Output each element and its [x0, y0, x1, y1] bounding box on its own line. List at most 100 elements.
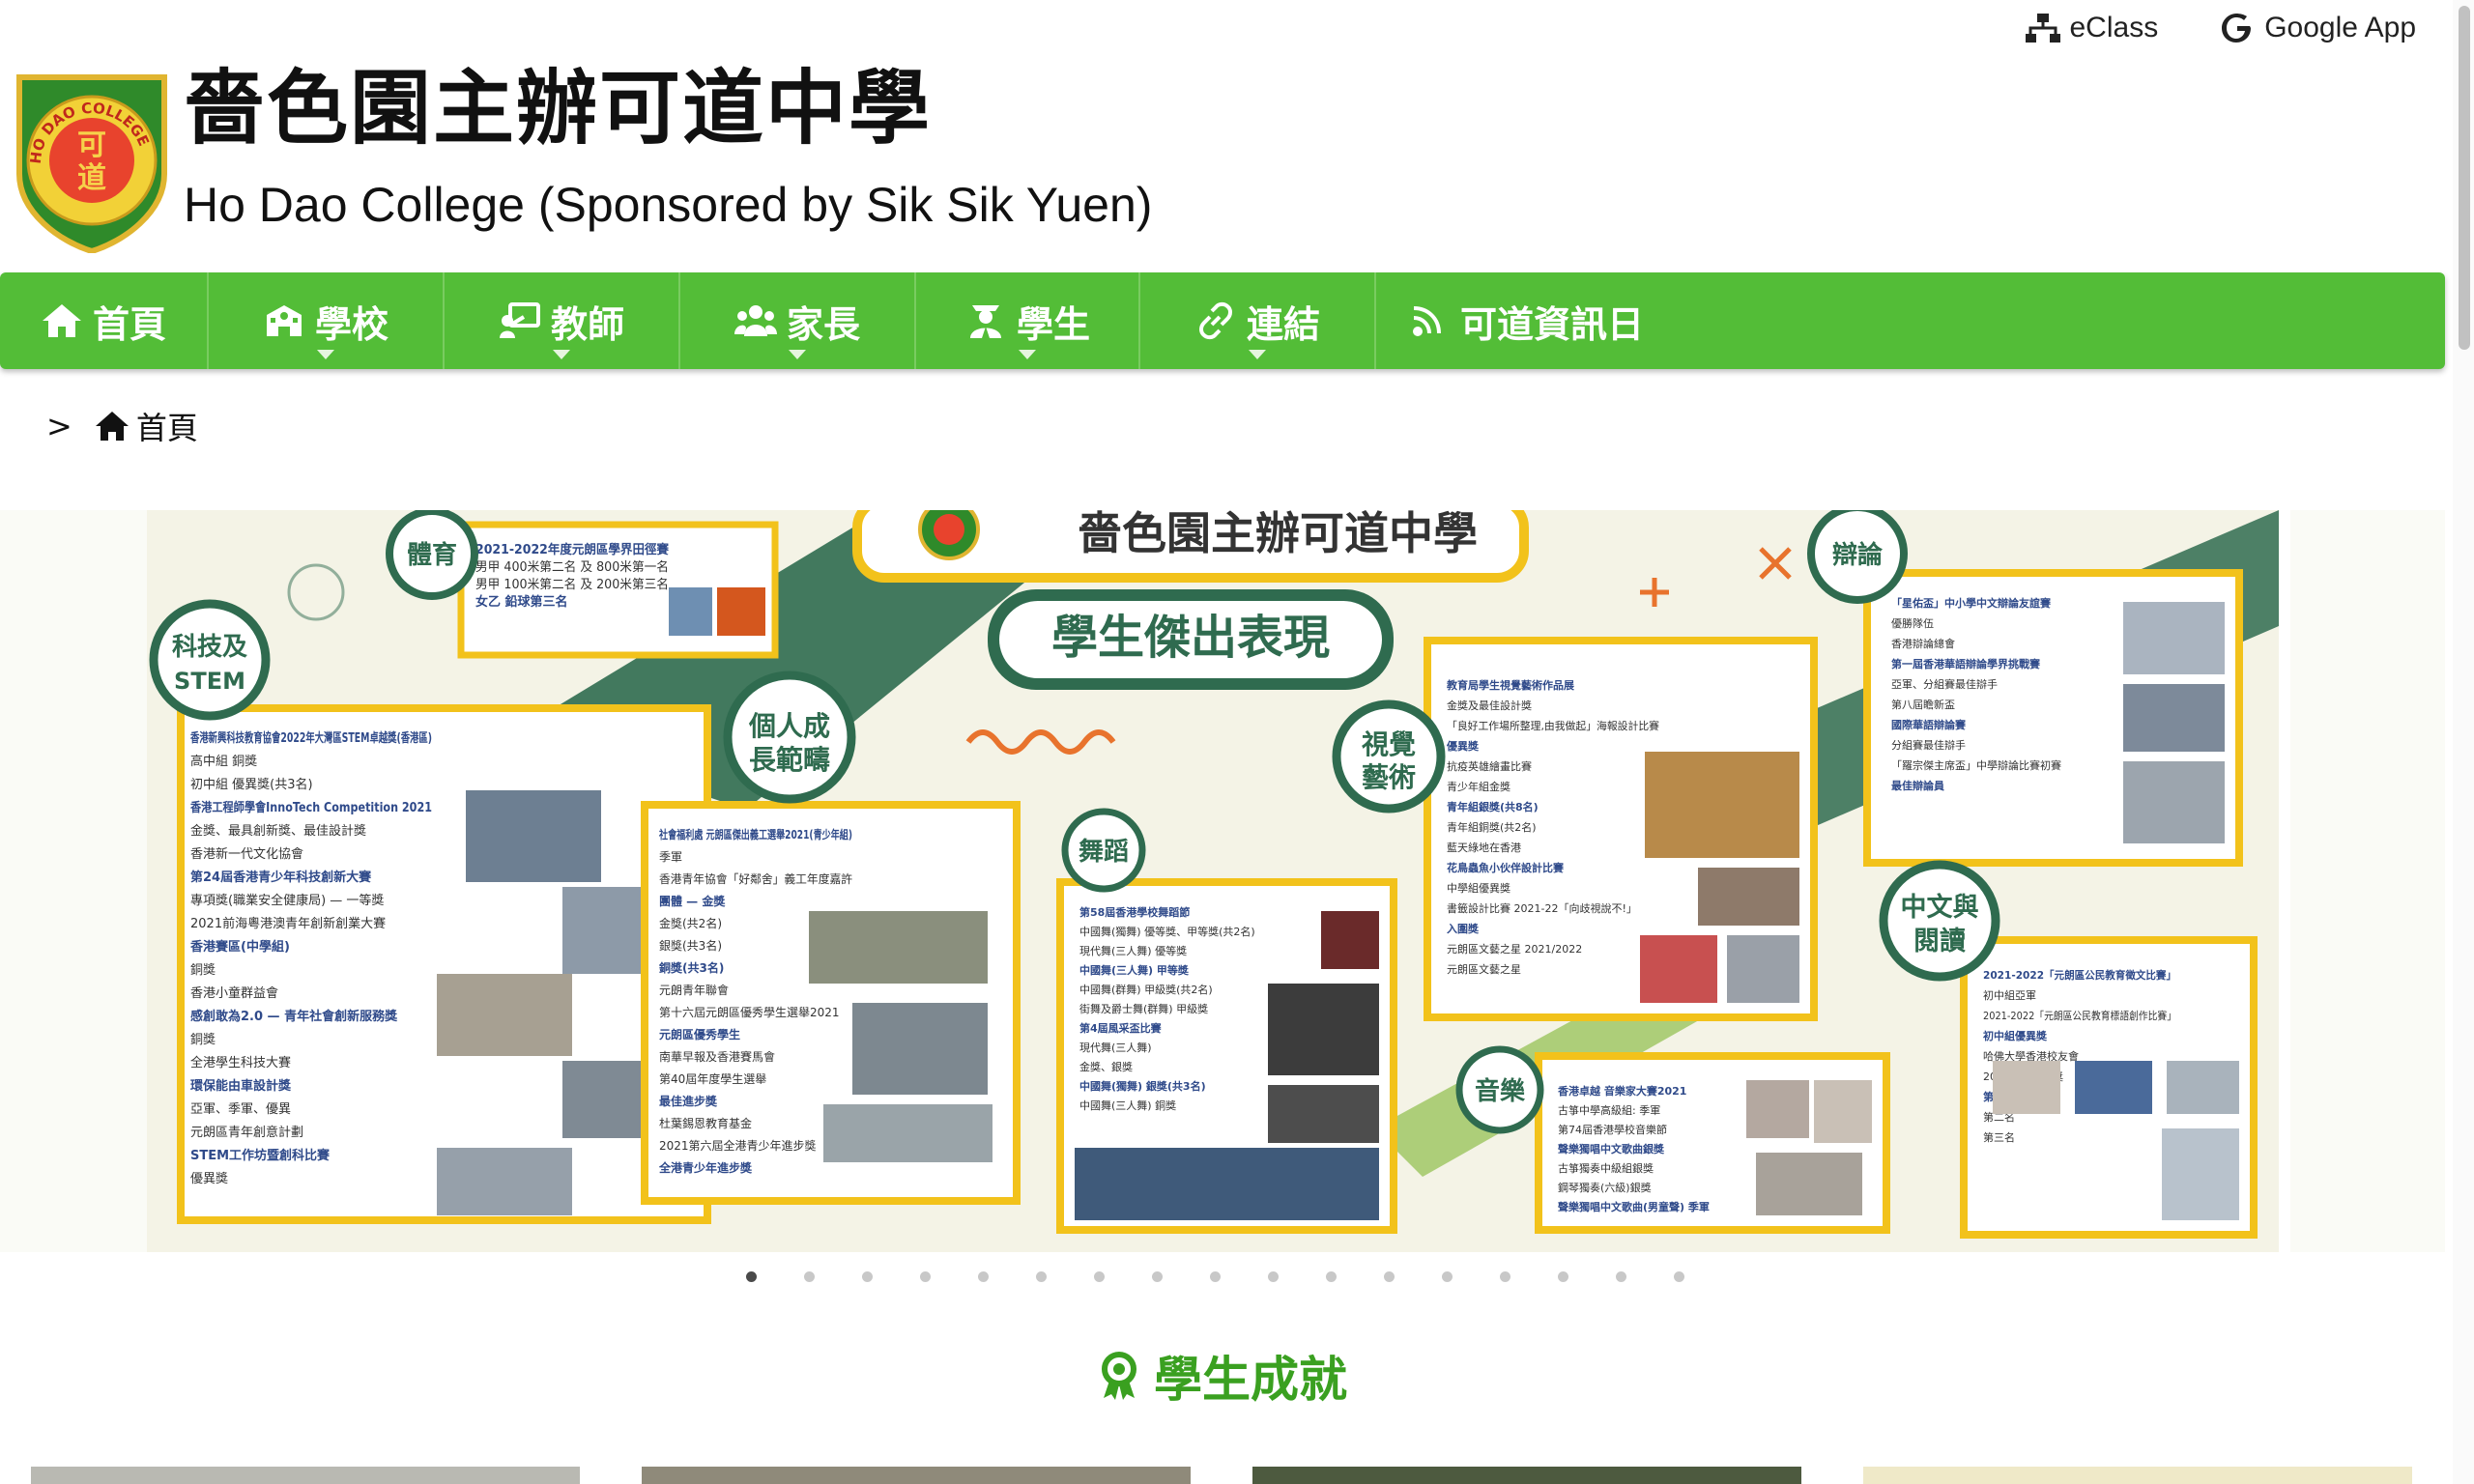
carousel-dot[interactable]	[1442, 1271, 1453, 1282]
eclass-link[interactable]: eClass	[2024, 12, 2159, 44]
nav-item-teacher[interactable]: 教師	[445, 272, 680, 369]
achievement-card[interactable]	[1252, 1467, 1801, 1484]
slide-text-line: 鋼琴獨奏(六級)銀獎	[1558, 1181, 1652, 1194]
slide-text-line: 第4屆風采盃比賽	[1079, 1021, 1163, 1035]
slide-text-line: 書籤設計比賽 2021-22「向歧視說不!」	[1447, 901, 1637, 915]
photo	[1645, 752, 1799, 858]
slide-text-line: 元朗青年聯會	[659, 984, 729, 997]
photo	[852, 1003, 988, 1095]
previous-slide-preview[interactable]	[0, 510, 155, 1252]
school-title-chinese: 嗇色園主辦可道中學	[184, 61, 933, 156]
slide-text-line: 金獎(共2名)	[659, 916, 722, 930]
nav-item-info-day[interactable]: 可道資訊日	[1376, 272, 1676, 369]
carousel-dot[interactable]	[1210, 1271, 1221, 1282]
carousel-dot[interactable]	[1036, 1271, 1047, 1282]
slide-text-line: 中國舞(群舞) 甲級獎(共2名)	[1079, 983, 1213, 996]
photo	[823, 1104, 992, 1162]
nav-item-parents[interactable]: 家長	[680, 272, 916, 369]
breadcrumb-separator: >	[46, 408, 72, 444]
slide-text-line: 元朗區優秀學生	[659, 1027, 740, 1042]
slide-text-line: 古箏中學高級組: 季軍	[1558, 1103, 1660, 1117]
carousel-dot[interactable]	[804, 1271, 815, 1282]
scrollbar-thumb[interactable]	[2459, 6, 2470, 350]
slide-text-line: 初中組 優異獎(共3名)	[190, 777, 313, 792]
achievement-card[interactable]	[31, 1467, 580, 1484]
slide-text-line: 香港賽區(中學組)	[189, 939, 290, 955]
carousel-pagination	[746, 1271, 1684, 1282]
dropdown-caret-icon	[317, 350, 334, 359]
slide-text-line: 香港新一代文化協會	[190, 846, 303, 862]
slide-text-line: 聲樂獨唱中文歌曲(男童聲) 季軍	[1558, 1200, 1710, 1213]
slide-text-line: 香港卓越 音樂家大賽2021	[1557, 1084, 1686, 1098]
slide-text-line: 香港小童群益會	[190, 985, 278, 1001]
eclass-label: eClass	[2069, 12, 2159, 43]
slide-text-line: 第三名	[1983, 1130, 2015, 1144]
link-icon	[1198, 301, 1232, 340]
carousel-dot[interactable]	[1500, 1271, 1510, 1282]
carousel-dot[interactable]	[1094, 1271, 1105, 1282]
carousel-dot[interactable]	[1268, 1271, 1279, 1282]
svg-text:道: 道	[77, 161, 106, 195]
google-app-link[interactable]: Google App	[2218, 12, 2416, 44]
photo	[437, 1148, 572, 1215]
slide-text-line: 2021-2022年度元朗區學界田徑賽	[475, 542, 670, 557]
users-icon	[734, 305, 777, 336]
next-slide-preview[interactable]	[2290, 510, 2445, 1252]
slide-text-line: 街舞及爵士舞(群舞) 甲級獎	[1079, 1002, 1208, 1015]
slide-text-line: 元朗區文藝之星 2021/2022	[1447, 942, 1582, 956]
badge-chinese-line1: 中文與	[1901, 892, 1979, 923]
nav-label: 學校	[314, 302, 388, 346]
carousel-dot[interactable]	[1326, 1271, 1337, 1282]
nav-label: 首頁	[92, 302, 166, 346]
photo	[2167, 1061, 2239, 1114]
carousel-dot[interactable]	[1152, 1271, 1163, 1282]
photo	[1075, 1148, 1379, 1220]
slide-text-line: 元朗區青年創意計劃	[190, 1125, 303, 1140]
slide-text-line: 中學組優異獎	[1447, 881, 1510, 895]
page-scrollbar[interactable]	[2453, 0, 2474, 1484]
carousel-dot[interactable]	[978, 1271, 989, 1282]
nav-item-links[interactable]: 連結	[1140, 272, 1376, 369]
slide-text-line: 聲樂獨唱中文歌曲銀獎	[1558, 1142, 1665, 1156]
carousel-slide[interactable]: 嗇色園主辦可道中學 學生傑出表現 2021-2022年度元朗區學界田徑賽男甲 4…	[147, 510, 2279, 1252]
nav-item-students[interactable]: 學生	[916, 272, 1140, 369]
nav-item-school[interactable]: 學校	[209, 272, 445, 369]
nav-label: 教師	[550, 302, 624, 346]
slide-text-line: 現代舞(三人舞)	[1079, 1042, 1152, 1054]
slide-text-line: 香港工程師學會InnoTech Competition 2021	[189, 800, 432, 815]
achievement-card[interactable]	[1863, 1467, 2412, 1484]
carousel-dot[interactable]	[920, 1271, 931, 1282]
slide-text-line: 「羅宗傑主席盃」中學辯論比賽初賽	[1891, 758, 2061, 772]
carousel-dot[interactable]	[1384, 1271, 1395, 1282]
slide-text-line: 香港辯論總會	[1891, 637, 1955, 650]
school-logo[interactable]: 可 道 HO DAO COLLEGE	[8, 68, 176, 253]
slide-text-line: 金獎及最佳設計獎	[1447, 699, 1532, 712]
achievement-card[interactable]	[642, 1467, 1191, 1484]
achievement-cards	[31, 1467, 2412, 1484]
achievement-carousel[interactable]: 嗇色園主辦可道中學 學生傑出表現 2021-2022年度元朗區學界田徑賽 男甲 4…	[0, 510, 2445, 1252]
slide-text-line: 女乙 鉛球第三名	[475, 594, 568, 610]
breadcrumb-home-label: 首頁	[135, 410, 198, 446]
slide-text-line: 全港青少年進步獎	[658, 1160, 753, 1175]
carousel-dot[interactable]	[862, 1271, 873, 1282]
photo	[1993, 1061, 2060, 1114]
slide-text-line: 現代舞(三人舞) 優等獎	[1079, 944, 1187, 957]
badge-debate: 辯論	[1832, 540, 1884, 570]
carousel-dot[interactable]	[1674, 1271, 1684, 1282]
slide-text-line: 分組賽最佳辯手	[1891, 738, 1966, 752]
slide-text-line: 銅獎	[190, 1033, 216, 1047]
slide-text-line: 教育局學生視覺藝術作品展	[1446, 678, 1575, 692]
slide-school-name: 嗇色園主辦可道中學	[1078, 510, 1478, 559]
carousel-dot[interactable]	[746, 1271, 757, 1282]
photo	[669, 587, 712, 636]
carousel-dot[interactable]	[1558, 1271, 1568, 1282]
top-links: eClass Google App	[2024, 12, 2416, 44]
badge-dance: 舞蹈	[1079, 838, 1129, 867]
slide-text-line: 青年組銀獎(共8名)	[1447, 800, 1539, 813]
carousel-dot[interactable]	[1616, 1271, 1626, 1282]
breadcrumb-home-link[interactable]: 首頁	[94, 404, 198, 448]
slide-text-line: 銅獎	[190, 963, 216, 978]
slide-text-line: 抗疫英雄繪畫比賽	[1447, 759, 1532, 773]
slide-text-line: 花鳥蟲魚小伙伴設計比賽	[1447, 861, 1565, 874]
nav-item-home[interactable]: 首頁	[0, 272, 209, 369]
